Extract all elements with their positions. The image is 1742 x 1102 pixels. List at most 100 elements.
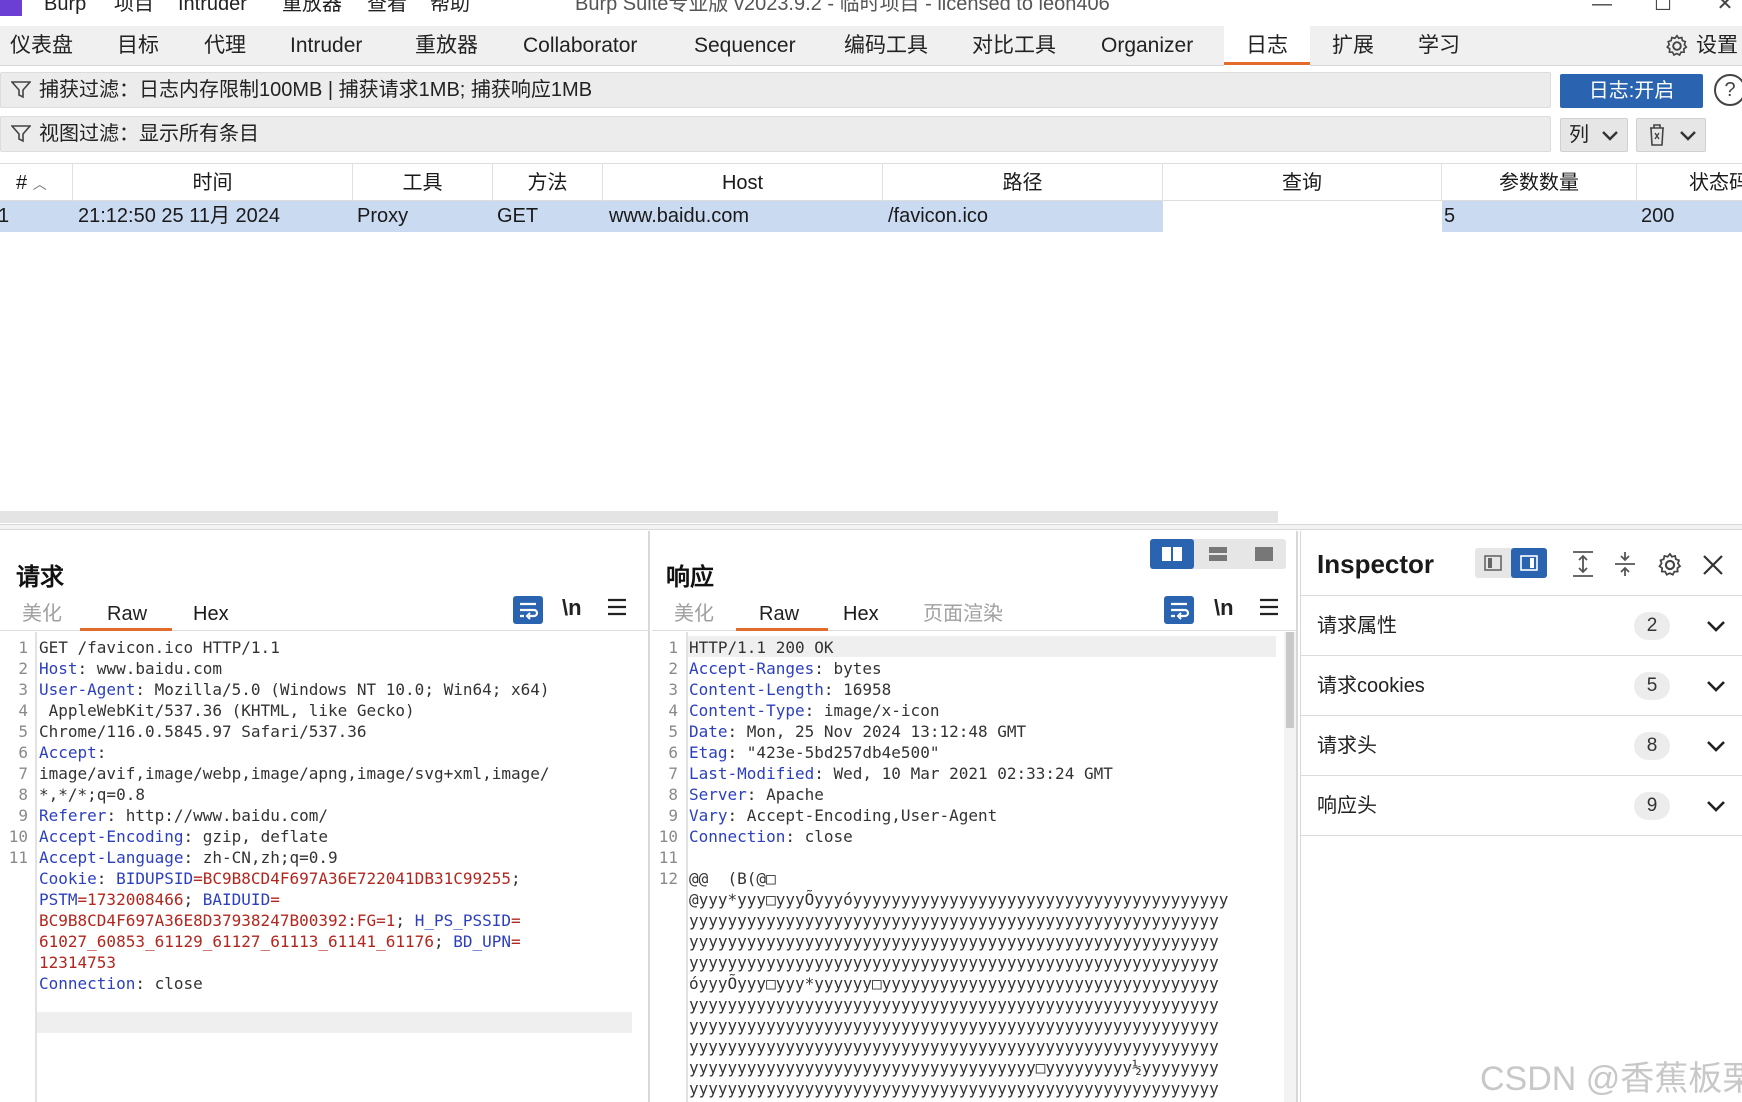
column-header-path[interactable]: 路径 [883, 164, 1163, 202]
tab-intruder[interactable]: Intruder [290, 26, 362, 66]
split-divider[interactable] [0, 524, 1742, 530]
line-number: 4 [18, 701, 28, 720]
menu-burp[interactable]: Burp [44, 0, 86, 16]
cookie-value: 61027_60853_61129_61127_61113_61141_6117… [39, 932, 434, 951]
tab-comparer[interactable]: 对比工具 [972, 26, 1056, 66]
request-wrap-button[interactable] [513, 596, 543, 624]
tab-sequencer[interactable]: Sequencer [694, 26, 796, 66]
column-header-number[interactable]: # ︿ [0, 164, 73, 202]
cookie-value: = [270, 890, 280, 909]
response-tab-raw[interactable]: Raw [759, 597, 799, 631]
tab-logger[interactable]: 日志 [1224, 26, 1310, 66]
request-panel: 请求 美化 Raw Hex \n 1 2 3 4 5 6 7 8 9 10 11 GET /favi… [0, 531, 650, 1102]
layout-stacked-button[interactable] [1196, 539, 1240, 569]
response-tab-render[interactable]: 页面渲染 [923, 597, 1003, 631]
settings-button[interactable]: 设置 [1664, 26, 1738, 66]
column-header-status[interactable]: 状态码 [1637, 164, 1742, 202]
response-scrollbar-thumb[interactable] [1286, 632, 1294, 728]
maximize-icon[interactable]: ☐ [1648, 0, 1678, 16]
table-horizontal-scrollbar[interactable] [0, 511, 1278, 523]
column-header-host[interactable]: Host [603, 164, 883, 202]
response-tab-pretty[interactable]: 美化 [674, 597, 714, 631]
response-tab-hex[interactable]: Hex [843, 597, 879, 631]
view-filter-bar[interactable]: 视图过滤：显示所有条目 [0, 116, 1551, 152]
response-menu-icon[interactable] [1259, 598, 1279, 621]
cell-host: www.baidu.com [609, 205, 750, 227]
tab-dashboard[interactable]: 仪表盘 [10, 26, 73, 66]
menu-view[interactable]: 查看 [367, 0, 407, 16]
tab-repeater[interactable]: 重放器 [415, 26, 478, 66]
menu-intruder[interactable]: Intruder [178, 0, 247, 16]
line-number: 4 [668, 701, 678, 720]
menu-help[interactable]: 帮助 [430, 0, 470, 16]
clear-log-dropdown[interactable] [1636, 118, 1706, 152]
column-header-param-count[interactable]: 参数数量 [1442, 164, 1637, 202]
code-text: ; [183, 890, 203, 909]
minimize-icon[interactable]: — [1587, 0, 1617, 16]
tab-learn[interactable]: 学习 [1418, 26, 1460, 66]
inspector-settings-icon[interactable] [1656, 551, 1684, 584]
request-menu-icon[interactable] [607, 598, 627, 621]
capture-filter-bar[interactable]: 捕获过滤：日志内存限制100MB | 捕获请求1MB; 捕获响应1MB [0, 72, 1551, 108]
request-raw-editor[interactable]: GET /favicon.ico HTTP/1.1 Host: www.baidu… [39, 637, 550, 994]
line-number: 10 [658, 827, 678, 846]
column-header-time[interactable]: 时间 [73, 164, 353, 202]
header-value: image/avif,image/webp,image/apng,image/s… [39, 764, 550, 783]
header-value: : www.baidu.com [77, 659, 223, 678]
capture-filter-text: 捕获过滤：日志内存限制100MB | 捕获请求1MB; 捕获响应1MB [39, 79, 593, 101]
layout-tabs-button[interactable] [1242, 539, 1286, 569]
help-icon[interactable]: ? [1714, 74, 1742, 106]
binary-body-line: yyyyyyyyyyyyyyyyyyyyyyyyyyyyyyyyyyyy□yyy… [689, 1057, 1228, 1078]
tab-target[interactable]: 目标 [117, 26, 159, 66]
layout-side-by-side-button[interactable] [1150, 539, 1194, 569]
inspector-close-icon[interactable] [1701, 553, 1725, 582]
line-number: 11 [8, 848, 28, 867]
binary-body-line: yyyyyyyyyyyyyyyyyyyyyyyyyyyyyyyyyyyyyyyy… [689, 952, 1228, 973]
log-toggle-button[interactable]: 日志:开启 [1560, 74, 1703, 108]
menu-repeater[interactable]: 重放器 [282, 0, 342, 16]
response-wrap-button[interactable] [1164, 596, 1194, 624]
request-tab-hex[interactable]: Hex [193, 597, 229, 631]
expand-all-icon[interactable] [1571, 550, 1595, 583]
column-header-method[interactable]: 方法 [493, 164, 603, 202]
column-header-query[interactable]: 查询 [1163, 164, 1442, 202]
columns-dropdown[interactable]: 列 [1560, 118, 1628, 152]
code-text: ; [433, 932, 454, 951]
menu-project[interactable]: 项目 [114, 0, 154, 16]
tab-decoder[interactable]: 编码工具 [844, 26, 928, 66]
code-line: Server: Apache [689, 784, 1228, 805]
inspector-section-request-headers[interactable]: 请求头 8 [1301, 716, 1742, 776]
cell-param-count: 5 [1444, 205, 1456, 227]
inspector-section-response-headers[interactable]: 响应头 9 [1301, 776, 1742, 836]
inspector-section-request-cookies[interactable]: 请求cookies 5 [1301, 656, 1742, 716]
header-name: Content-Type [689, 701, 805, 720]
collapse-all-icon[interactable] [1613, 550, 1637, 583]
response-newline-toggle[interactable]: \n [1214, 595, 1234, 621]
inspector-dock-left-button[interactable] [1475, 548, 1511, 578]
request-tab-raw[interactable]: Raw [107, 597, 147, 631]
inspector-section-request-attributes[interactable]: 请求属性 2 [1301, 596, 1742, 656]
cookie-name: PSTM [39, 890, 78, 909]
response-scrollbar-track[interactable] [1284, 632, 1296, 1102]
request-newline-toggle[interactable]: \n [562, 595, 582, 621]
table-row[interactable]: 1 21:12:50 25 11月 2024 Proxy GET www.bai… [0, 201, 1742, 232]
tab-organizer[interactable]: Organizer [1101, 26, 1193, 66]
line-number: 11 [658, 848, 678, 867]
tab-proxy[interactable]: 代理 [204, 26, 246, 66]
tab-collaborator[interactable]: Collaborator [523, 26, 637, 66]
header-name: Date [689, 722, 728, 741]
code-line: @@ (B(@□ [689, 868, 1228, 889]
line-number: 9 [668, 806, 678, 825]
inspector-dock-right-button[interactable] [1511, 548, 1547, 578]
header-value: AppleWebKit/537.36 (KHTML, like Gecko) [39, 701, 415, 720]
code-line: Accept-Language: zh-CN,zh;q=0.9 [39, 847, 550, 868]
code-line: GET /favicon.ico HTTP/1.1 [39, 637, 550, 658]
close-window-icon[interactable]: ✕ [1710, 0, 1740, 16]
cell-tool: Proxy [357, 205, 409, 227]
response-raw-editor[interactable]: HTTP/1.1 200 OK Accept-Ranges: bytes Conte… [689, 637, 1228, 1099]
column-header-tool[interactable]: 工具 [353, 164, 493, 202]
tab-extensions[interactable]: 扩展 [1332, 26, 1374, 66]
header-name: Connection [689, 827, 786, 846]
request-tab-pretty[interactable]: 美化 [22, 597, 62, 631]
